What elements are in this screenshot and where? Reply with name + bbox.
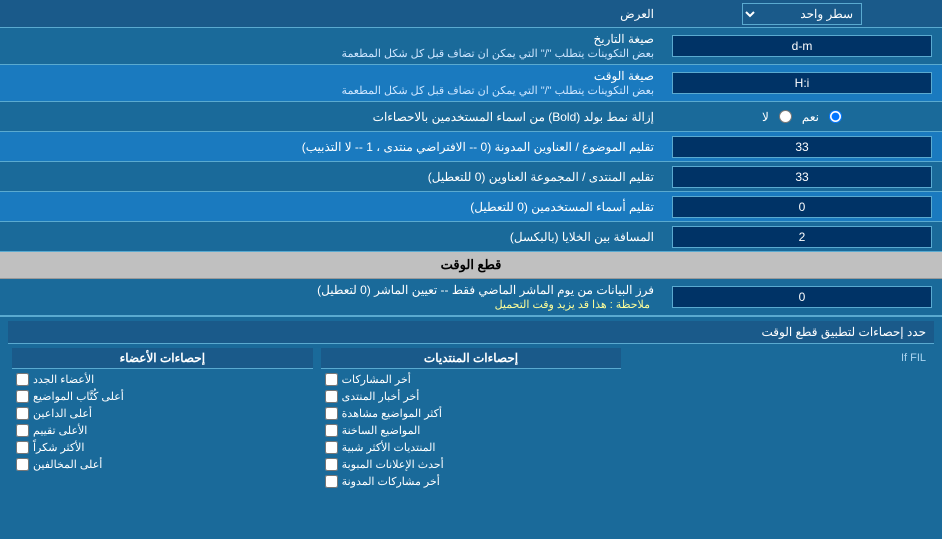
new-members-checkbox[interactable] xyxy=(16,373,29,386)
most-thanks-checkbox[interactable] xyxy=(16,441,29,454)
most-like-forums-label: المنتديات الأكثر شبية xyxy=(342,441,436,454)
checkbox-item: أكثر المواضيع مشاهدة xyxy=(321,405,622,422)
top-violators-checkbox[interactable] xyxy=(16,458,29,471)
cutoff-section-header: قطع الوقت xyxy=(0,252,942,279)
most-viewed-checkbox[interactable] xyxy=(325,407,338,420)
bold-no-label: لا xyxy=(762,110,769,124)
trim-usernames-label: تقليم أسماء المستخدمين (0 للتعطيل) xyxy=(0,196,662,218)
checkbox-item: المواضيع الساخنة xyxy=(321,422,622,439)
page-title: العرض xyxy=(0,3,662,25)
time-format-row: صيغة الوقت بعض التكوينات يتطلب "/" التي … xyxy=(0,65,942,102)
date-format-input-area xyxy=(662,33,942,59)
cell-spacing-row: المسافة بين الخلايا (بالبكسل) xyxy=(0,222,942,252)
display-select-area: سطر واحد xyxy=(662,3,942,25)
stats-header: حدد إحصاءات لتطبيق قطع الوقت xyxy=(8,321,934,344)
last-news-label: أخر أخبار المنتدى xyxy=(342,390,420,403)
bold-remove-label: إزالة نمط بولد (Bold) من اسماء المستخدمي… xyxy=(0,106,662,128)
cutoff-label: فرز البيانات من يوم الماشر الماضي فقط --… xyxy=(0,279,662,315)
bold-remove-row: إزالة نمط بولد (Bold) من اسماء المستخدمي… xyxy=(0,102,942,132)
bold-yes-radio[interactable] xyxy=(829,110,842,123)
top-inviters-checkbox[interactable] xyxy=(16,407,29,420)
checkbox-item: الأكثر شكراً xyxy=(12,439,313,456)
new-members-label: الأعضاء الجدد xyxy=(33,373,94,386)
forums-stats-col: إحصاءات المنتديات أخر المشاركات أخر أخبا… xyxy=(317,348,626,490)
bold-no-radio[interactable] xyxy=(779,110,792,123)
members-stats-col: إحصاءات الأعضاء الأعضاء الجدد أعلى كُتَّ… xyxy=(8,348,317,490)
trim-subject-label: تقليم الموضوع / العناوين المدونة (0 -- ا… xyxy=(0,136,662,158)
trim-subject-input-area xyxy=(662,134,942,160)
trim-forum-input[interactable] xyxy=(672,166,932,188)
date-format-row: صيغة التاريخ بعض التكوينات يتطلب "/" الت… xyxy=(0,28,942,65)
bold-yes-label: نعم xyxy=(802,110,819,124)
header-row: العرض سطر واحد xyxy=(0,0,942,28)
hot-topics-checkbox[interactable] xyxy=(325,424,338,437)
top-rated-label: الأعلى تقييم xyxy=(33,424,87,437)
most-thanks-label: الأكثر شكراً xyxy=(33,441,84,454)
time-format-input-area xyxy=(662,70,942,96)
most-like-forums-checkbox[interactable] xyxy=(325,441,338,454)
bold-remove-radio-area: نعم لا xyxy=(662,104,942,130)
checkbox-item: الأعضاء الجدد xyxy=(12,371,313,388)
checkbox-item: أحدث الإعلانات المبوبة xyxy=(321,456,622,473)
top-authors-checkbox[interactable] xyxy=(16,390,29,403)
cutoff-input[interactable] xyxy=(672,286,932,308)
last-posts-checkbox[interactable] xyxy=(325,373,338,386)
checkboxes-grid: إحصاءات الأعضاء الأعضاء الجدد أعلى كُتَّ… xyxy=(8,344,934,494)
top-violators-label: أعلى المخالفين xyxy=(33,458,102,471)
forums-stats-header: إحصاءات المنتديات xyxy=(321,348,622,369)
display-select[interactable]: سطر واحد xyxy=(742,3,862,25)
checkbox-item: أخر المشاركات xyxy=(321,371,622,388)
checkbox-item: أعلى كُتَّاب المواضيع xyxy=(12,388,313,405)
cutoff-row: فرز البيانات من يوم الماشر الماضي فقط --… xyxy=(0,279,942,316)
checkbox-item: المنتديات الأكثر شبية xyxy=(321,439,622,456)
hot-topics-label: المواضيع الساخنة xyxy=(342,424,421,437)
trim-forum-label: تقليم المنتدى / المجموعة العناوين (0 للت… xyxy=(0,166,662,188)
checkbox-item: أخر أخبار المنتدى xyxy=(321,388,622,405)
top-inviters-label: أعلى الداعين xyxy=(33,407,92,420)
time-format-input[interactable] xyxy=(672,72,932,94)
trim-usernames-input-area xyxy=(662,194,942,220)
date-format-input[interactable] xyxy=(672,35,932,57)
if-fil-text: If FIL xyxy=(629,348,930,368)
last-posts-label: أخر المشاركات xyxy=(342,373,411,386)
stats-checkboxes-area: حدد إحصاءات لتطبيق قطع الوقت إحصاءات الأ… xyxy=(0,316,942,498)
last-blog-posts-label: أخر مشاركات المدونة xyxy=(342,475,440,488)
checkbox-item: أعلى المخالفين xyxy=(12,456,313,473)
date-format-label: صيغة التاريخ بعض التكوينات يتطلب "/" الت… xyxy=(0,28,662,64)
cutoff-input-area xyxy=(662,284,942,310)
last-news-checkbox[interactable] xyxy=(325,390,338,403)
trim-usernames-input[interactable] xyxy=(672,196,932,218)
top-rated-checkbox[interactable] xyxy=(16,424,29,437)
trim-subject-input[interactable] xyxy=(672,136,932,158)
last-blog-posts-checkbox[interactable] xyxy=(325,475,338,488)
top-authors-label: أعلى كُتَّاب المواضيع xyxy=(33,390,124,403)
checkbox-item: أخر مشاركات المدونة xyxy=(321,473,622,490)
most-viewed-label: أكثر المواضيع مشاهدة xyxy=(342,407,442,420)
main-container: العرض سطر واحد صيغة التاريخ بعض التكوينا… xyxy=(0,0,942,498)
bold-radio-group: نعم لا xyxy=(666,106,938,128)
checkbox-item: أعلى الداعين xyxy=(12,405,313,422)
trim-usernames-row: تقليم أسماء المستخدمين (0 للتعطيل) xyxy=(0,192,942,222)
trim-forum-input-area xyxy=(662,164,942,190)
cell-spacing-input-area xyxy=(662,224,942,250)
checkbox-item: الأعلى تقييم xyxy=(12,422,313,439)
time-format-label: صيغة الوقت بعض التكوينات يتطلب "/" التي … xyxy=(0,65,662,101)
trim-forum-row: تقليم المنتدى / المجموعة العناوين (0 للت… xyxy=(0,162,942,192)
cell-spacing-label: المسافة بين الخلايا (بالبكسل) xyxy=(0,226,662,248)
latest-classifieds-checkbox[interactable] xyxy=(325,458,338,471)
extra-col: If FIL xyxy=(625,348,934,490)
trim-subject-row: تقليم الموضوع / العناوين المدونة (0 -- ا… xyxy=(0,132,942,162)
cell-spacing-input[interactable] xyxy=(672,226,932,248)
latest-classifieds-label: أحدث الإعلانات المبوبة xyxy=(342,458,444,471)
members-stats-header: إحصاءات الأعضاء xyxy=(12,348,313,369)
